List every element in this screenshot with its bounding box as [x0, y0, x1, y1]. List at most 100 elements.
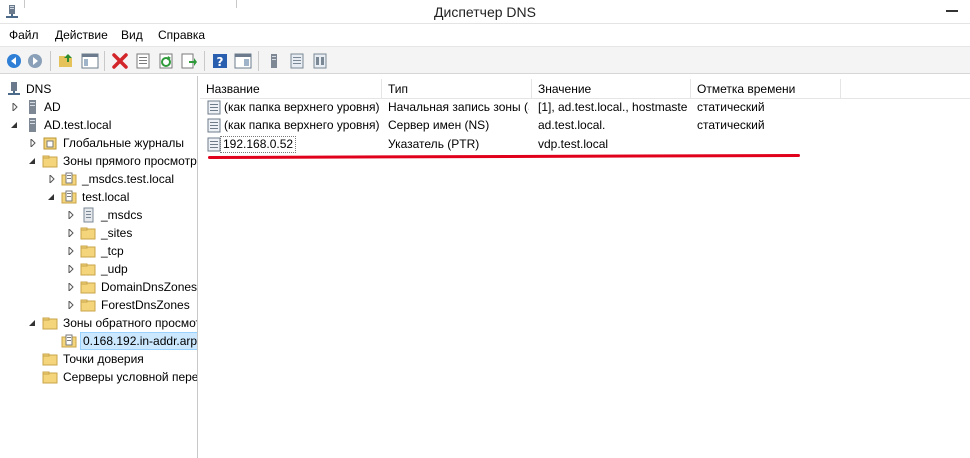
- menu-action[interactable]: Действие: [55, 28, 108, 42]
- collapse-icon[interactable]: [47, 193, 55, 201]
- window-title: Диспетчер DNS: [434, 4, 536, 20]
- tree-node-forest-dns-zones[interactable]: ForestDnsZones: [0, 296, 197, 314]
- cell-value: [1], ad.test.local., hostmaster.test.loc…: [538, 100, 688, 114]
- record-list-icon[interactable]: [288, 52, 306, 70]
- folder-icon: [42, 371, 58, 384]
- tree-node-domain-dns-zones[interactable]: DomainDnsZones: [0, 278, 197, 296]
- expand-icon[interactable]: [67, 247, 75, 255]
- cell-name: (как папка верхнего уровня): [224, 118, 380, 132]
- cell-type: Сервер имен (NS): [388, 118, 490, 132]
- column-header-type[interactable]: Тип: [382, 79, 532, 99]
- title-bar: Диспетчер DNS: [0, 0, 970, 24]
- menu-view[interactable]: Вид: [121, 28, 143, 42]
- collapse-icon[interactable]: [10, 121, 18, 129]
- console-tree: DNS AD AD.test.local Глобальные журналы: [0, 76, 198, 458]
- toolbar-separator: [104, 51, 105, 71]
- tree-label-dns: DNS: [26, 82, 52, 96]
- show-details-icon[interactable]: [234, 52, 252, 70]
- table-row[interactable]: (как папка верхнего уровня) Начальная за…: [200, 99, 970, 117]
- folder-icon: [42, 155, 58, 168]
- toolbar-separator: [258, 51, 259, 71]
- expand-icon[interactable]: [67, 229, 75, 237]
- folder-icon: [80, 263, 96, 276]
- column-header-timestamp[interactable]: Отметка времени: [691, 79, 841, 99]
- server-icon[interactable]: [265, 52, 283, 70]
- help-icon[interactable]: ?: [211, 52, 229, 70]
- table-row[interactable]: (как папка верхнего уровня) Сервер имен …: [200, 117, 970, 135]
- expand-icon[interactable]: [67, 211, 75, 219]
- tree-node-ad[interactable]: AD: [0, 98, 197, 116]
- tree-node-ad-test-local[interactable]: AD.test.local: [0, 116, 197, 134]
- folder-icon: [80, 245, 96, 258]
- server-icon: [29, 100, 36, 114]
- tree-node-conditional-forwarders[interactable]: Серверы условной переадресации: [0, 368, 197, 386]
- tree-label-reverse-zone: 0.168.192.in-addr.arpa: [80, 332, 197, 350]
- tree-node-reverse-zone-0-168-192[interactable]: 0.168.192.in-addr.arpa: [0, 332, 197, 350]
- menu-file[interactable]: Файл: [9, 28, 39, 42]
- show-hide-tree-icon[interactable]: [81, 52, 99, 70]
- tree-label-udp: _udp: [101, 262, 128, 276]
- tree-label-tcp: _tcp: [101, 244, 124, 258]
- folder-icon: [80, 281, 96, 294]
- toolbar: ?: [0, 46, 970, 74]
- expand-icon[interactable]: [67, 283, 75, 291]
- tree-node-global-logs[interactable]: Глобальные журналы: [0, 134, 197, 152]
- column-header-name[interactable]: Название: [200, 79, 382, 99]
- toolbar-separator: [50, 51, 51, 71]
- expand-icon[interactable]: [11, 103, 19, 111]
- tree-node-forward-zones[interactable]: Зоны прямого просмотра: [0, 152, 198, 170]
- folder-icon: [42, 317, 58, 330]
- server-list-icon[interactable]: [311, 52, 329, 70]
- tree-label-reverse-zones: Зоны обратного просмотра: [63, 316, 197, 330]
- folder-icon: [80, 227, 96, 240]
- tree-node-test-local[interactable]: test.local: [0, 188, 197, 206]
- tree-node-udp[interactable]: _udp: [0, 260, 197, 278]
- record-icon: [207, 100, 221, 115]
- tree-node-tcp[interactable]: _tcp: [0, 242, 197, 260]
- annotation-underline: [207, 153, 801, 160]
- export-icon[interactable]: [180, 52, 198, 70]
- expand-icon[interactable]: [67, 265, 75, 273]
- expand-icon[interactable]: [48, 175, 56, 183]
- tree-label-sites: _sites: [101, 226, 133, 240]
- expand-icon[interactable]: [67, 301, 75, 309]
- collapse-icon[interactable]: [28, 319, 36, 327]
- tree-node-msdcs[interactable]: _msdcs: [0, 206, 197, 224]
- tree-node-msdcs-test-local[interactable]: _msdcs.test.local: [0, 170, 197, 188]
- tree-node-trust-points[interactable]: Точки доверия: [0, 350, 197, 368]
- tree-label-forward-zones: Зоны прямого просмотра: [63, 154, 198, 168]
- tree-node-reverse-zones[interactable]: Зоны обратного просмотра: [0, 314, 197, 332]
- up-folder-icon[interactable]: [57, 52, 75, 70]
- refresh-icon[interactable]: [157, 52, 175, 70]
- column-header-value[interactable]: Значение: [532, 79, 691, 99]
- minimize-button[interactable]: [946, 10, 958, 12]
- list-header: Название Тип Значение Отметка времени: [200, 79, 970, 99]
- cell-timestamp: статический: [697, 118, 765, 132]
- cell-value: vdp.test.local: [538, 137, 609, 151]
- delegated-zone-icon: [83, 207, 94, 223]
- record-icon: [207, 137, 221, 152]
- collapse-icon[interactable]: [28, 157, 36, 165]
- folder-icon: [80, 299, 96, 312]
- delete-icon[interactable]: [111, 52, 129, 70]
- folder-icon: [42, 353, 58, 366]
- cell-type: Начальная запись зоны (SOA): [388, 100, 529, 114]
- zone-icon: [61, 172, 77, 186]
- expand-icon[interactable]: [29, 139, 37, 147]
- menu-bar: Файл Действие Вид Справка: [0, 24, 970, 46]
- zone-icon: [61, 190, 77, 204]
- svg-text:?: ?: [217, 55, 224, 69]
- properties-icon[interactable]: [134, 52, 152, 70]
- table-row[interactable]: 192.168.0.52 Указатель (PTR) vdp.test.lo…: [200, 136, 970, 154]
- tree-node-dns[interactable]: DNS: [0, 80, 197, 98]
- tree-label-test-local: test.local: [82, 190, 130, 204]
- tree-label-forest-dns-zones: ForestDnsZones: [101, 298, 190, 312]
- record-icon: [207, 118, 221, 133]
- forward-icon[interactable]: [26, 52, 44, 70]
- tree-label-trust-points: Точки доверия: [63, 352, 144, 366]
- menu-help[interactable]: Справка: [158, 28, 205, 42]
- cell-name: (как папка верхнего уровня): [224, 100, 380, 114]
- back-icon[interactable]: [5, 52, 23, 70]
- tree-node-sites[interactable]: _sites: [0, 224, 197, 242]
- tree-label-ad: AD: [44, 100, 61, 114]
